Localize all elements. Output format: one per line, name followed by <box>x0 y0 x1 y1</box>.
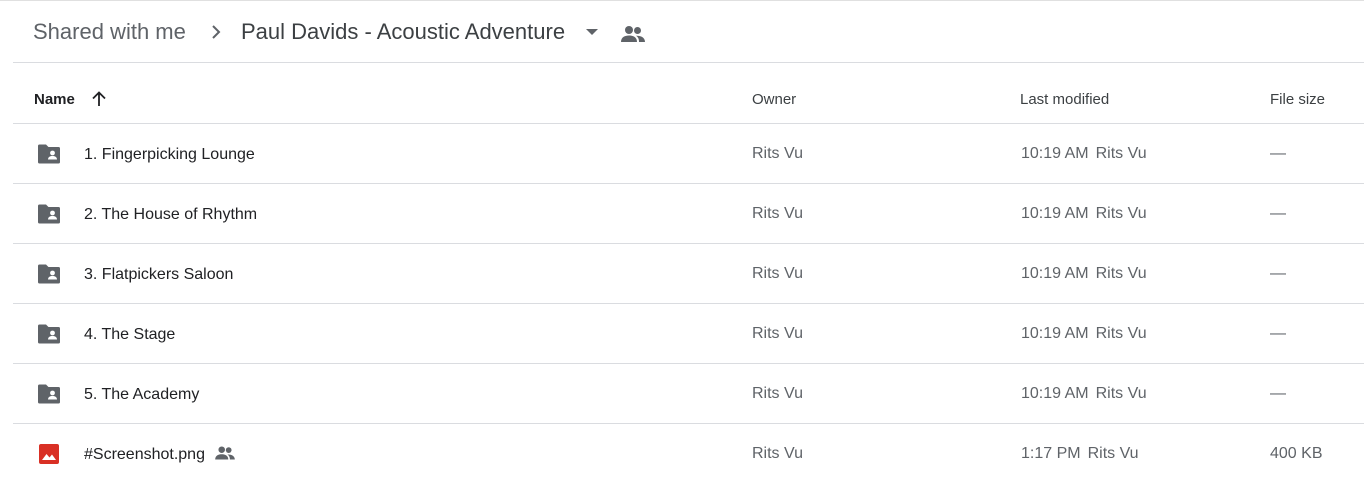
people-icon[interactable] <box>620 23 646 45</box>
modified-by: Rits Vu <box>1095 385 1147 402</box>
modified-by: Rits Vu <box>1087 445 1139 462</box>
file-owner: Rits Vu <box>752 145 803 162</box>
modified-by: Rits Vu <box>1095 265 1147 282</box>
file-size: — <box>1270 325 1286 342</box>
arrow-up-icon[interactable] <box>90 89 108 109</box>
file-row[interactable]: 1. Fingerpicking Lounge Rits Vu 10:19 AM Ri… <box>13 124 1364 184</box>
file-name[interactable]: 1. Fingerpicking Lounge <box>84 146 255 164</box>
file-last-modified: 10:19 AM Rits Vu <box>1021 205 1147 223</box>
file-size: — <box>1270 205 1286 222</box>
file-name[interactable]: 4. The Stage <box>84 326 175 344</box>
file-name[interactable]: #Screenshot.png <box>84 446 205 464</box>
modified-time: 10:19 AM <box>1021 265 1089 282</box>
breadcrumb-shared-with-me[interactable]: Shared with me <box>33 19 186 45</box>
column-owner: Owner <box>752 91 797 108</box>
file-row[interactable]: 5. The Academy Rits Vu 10:19 AM Rits Vu — <box>13 364 1364 424</box>
people-icon <box>214 444 236 462</box>
modified-time: 10:19 AM <box>1021 205 1089 222</box>
shared-folder-icon <box>36 323 62 345</box>
file-name[interactable]: 2. The House of Rhythm <box>84 206 257 224</box>
file-name[interactable]: 5. The Academy <box>84 386 199 404</box>
column-file-size: File size <box>1270 91 1326 108</box>
shared-folder-icon <box>36 143 62 165</box>
file-last-modified: 1:17 PM Rits Vu <box>1021 445 1139 463</box>
file-last-modified: 10:19 AM Rits Vu <box>1021 385 1147 403</box>
file-size: — <box>1270 145 1286 162</box>
modified-time: 10:19 AM <box>1021 385 1089 402</box>
file-list: 1. Fingerpicking Lounge Rits Vu 10:19 AM Ri… <box>13 124 1364 484</box>
file-row[interactable]: 3. Flatpickers Saloon Rits Vu 10:19 AM Rits… <box>13 244 1364 304</box>
image-file-icon <box>36 443 62 465</box>
column-last-modified[interactable]: Last modified <box>1020 91 1109 108</box>
file-owner: Rits Vu <box>752 385 803 402</box>
file-owner: Rits Vu <box>752 445 803 462</box>
file-row[interactable]: #Screenshot.png Rits Vu 1:17 PM Rits Vu 400 … <box>13 424 1364 484</box>
file-owner: Rits Vu <box>752 265 803 282</box>
column-header-row: Name Owner Last modified File size <box>13 63 1364 124</box>
column-name[interactable]: Name <box>34 91 75 108</box>
modified-by: Rits Vu <box>1095 205 1147 222</box>
breadcrumb: Shared with me Paul Davids - Acoustic Ad… <box>13 0 1364 63</box>
file-row[interactable]: 4. The Stage Rits Vu 10:19 AM Rits Vu — <box>13 304 1364 364</box>
shared-folder-icon <box>36 383 62 405</box>
modified-time: 10:19 AM <box>1021 145 1089 162</box>
breadcrumb-current-folder[interactable]: Paul Davids - Acoustic Adventure <box>241 19 565 45</box>
file-row[interactable]: 2. The House of Rhythm Rits Vu 10:19 AM Rit… <box>13 184 1364 244</box>
file-size: — <box>1270 385 1286 402</box>
file-size: — <box>1270 265 1286 282</box>
modified-by: Rits Vu <box>1095 145 1147 162</box>
file-owner: Rits Vu <box>752 205 803 222</box>
file-last-modified: 10:19 AM Rits Vu <box>1021 145 1147 163</box>
modified-time: 1:17 PM <box>1021 445 1081 462</box>
chevron-right-icon <box>212 25 221 39</box>
modified-time: 10:19 AM <box>1021 325 1089 342</box>
caret-down-icon[interactable] <box>584 26 600 38</box>
file-owner: Rits Vu <box>752 325 803 342</box>
modified-by: Rits Vu <box>1095 325 1147 342</box>
file-last-modified: 10:19 AM Rits Vu <box>1021 265 1147 283</box>
shared-folder-icon <box>36 263 62 285</box>
file-name[interactable]: 3. Flatpickers Saloon <box>84 266 233 284</box>
file-size: 400 KB <box>1270 445 1323 462</box>
shared-folder-icon <box>36 203 62 225</box>
file-last-modified: 10:19 AM Rits Vu <box>1021 325 1147 343</box>
